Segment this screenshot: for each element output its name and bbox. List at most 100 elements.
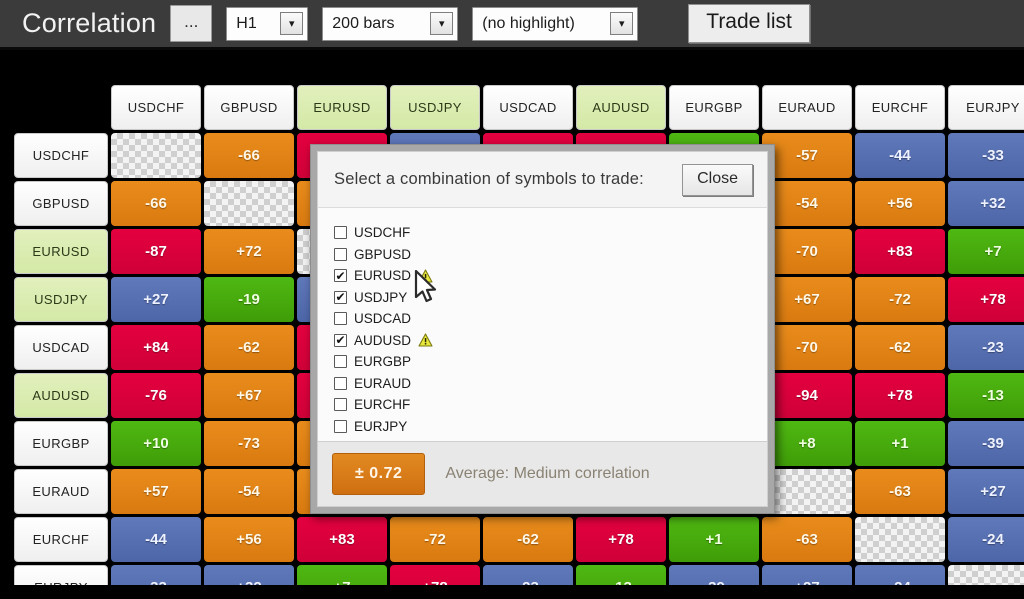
matrix-cell[interactable]: -63 [762, 517, 852, 562]
matrix-cell[interactable]: +57 [111, 469, 201, 514]
matrix-cell[interactable]: +56 [204, 517, 294, 562]
matrix-cell[interactable]: -76 [111, 373, 201, 418]
matrix-cell[interactable]: -57 [762, 133, 852, 178]
symbol-list-item[interactable]: ✔ EURUSD [334, 265, 767, 287]
column-header-usdcad[interactable]: USDCAD [483, 85, 573, 130]
checkbox-eurjpy[interactable] [334, 419, 347, 433]
matrix-cell[interactable]: +1 [855, 421, 945, 466]
matrix-cell[interactable]: -63 [855, 469, 945, 514]
symbol-list-item[interactable]: ✔ USDJPY [334, 287, 767, 309]
symbol-list-item[interactable]: USDCAD [334, 308, 767, 330]
matrix-cell[interactable]: +78 [855, 373, 945, 418]
row-header-gbpusd[interactable]: GBPUSD [14, 181, 108, 226]
column-header-eurusd[interactable]: EURUSD [297, 85, 387, 130]
checkbox-euraud[interactable] [334, 376, 347, 390]
checkbox-usdcad[interactable] [334, 312, 347, 326]
row-header-usdjpy[interactable]: USDJPY [14, 277, 108, 322]
matrix-cell[interactable]: -33 [948, 133, 1024, 178]
matrix-cell-diagonal [855, 517, 945, 562]
matrix-cell[interactable]: +8 [762, 421, 852, 466]
more-options-button[interactable]: ... [170, 5, 213, 42]
symbol-list-item[interactable]: ✔ AUDUSD [334, 330, 767, 352]
row-header-eurgbp[interactable]: EURGBP [14, 421, 108, 466]
matrix-cell[interactable]: +32 [948, 181, 1024, 226]
timeframe-select[interactable]: H1 ▾ [226, 6, 309, 41]
symbol-list-item[interactable]: USDCHF [334, 222, 767, 244]
matrix-cell[interactable]: -73 [204, 421, 294, 466]
checkbox-eurchf[interactable] [334, 398, 347, 412]
checkbox-usdjpy[interactable]: ✔ [334, 290, 347, 304]
matrix-cell[interactable]: -87 [111, 229, 201, 274]
matrix-cell[interactable]: +83 [855, 229, 945, 274]
matrix-cell[interactable]: -54 [204, 469, 294, 514]
column-header-euraud[interactable]: EURAUD [762, 85, 852, 130]
column-header-eurchf[interactable]: EURCHF [855, 85, 945, 130]
row-header-usdcad[interactable]: USDCAD [14, 325, 108, 370]
column-header-eurgbp[interactable]: EURGBP [669, 85, 759, 130]
symbol-label: USDCHF [354, 225, 411, 241]
checkbox-eurusd[interactable]: ✔ [334, 269, 347, 283]
symbol-list-item[interactable]: EURJPY [334, 416, 767, 438]
column-header-gbpusd[interactable]: GBPUSD [204, 85, 294, 130]
bars-select[interactable]: 200 bars ▾ [322, 6, 459, 41]
matrix-cell[interactable]: -94 [762, 373, 852, 418]
highlight-select[interactable]: (no highlight) ▾ [472, 6, 639, 41]
matrix-cell[interactable]: +83 [297, 517, 387, 562]
average-correlation-badge[interactable]: ± 0.72 [332, 453, 426, 495]
matrix-cell[interactable]: -44 [111, 517, 201, 562]
close-button[interactable]: Close [682, 163, 753, 196]
column-header-audusd[interactable]: AUDUSD [576, 85, 666, 130]
matrix-cell[interactable]: -39 [948, 421, 1024, 466]
matrix-cell[interactable]: -72 [855, 277, 945, 322]
matrix-cell[interactable]: -44 [855, 133, 945, 178]
matrix-cell[interactable]: -66 [111, 181, 201, 226]
matrix-cell[interactable]: +27 [948, 469, 1024, 514]
matrix-cell[interactable]: -72 [390, 517, 480, 562]
matrix-cell[interactable]: -62 [855, 325, 945, 370]
row-header-eurchf[interactable]: EURCHF [14, 517, 108, 562]
matrix-cell[interactable]: +1 [669, 517, 759, 562]
checkbox-audusd[interactable]: ✔ [334, 333, 347, 347]
column-header-usdjpy[interactable]: USDJPY [390, 85, 480, 130]
matrix-cell[interactable]: -70 [762, 325, 852, 370]
row-header-euraud[interactable]: EURAUD [14, 469, 108, 514]
dialog-header: Select a combination of symbols to trade… [317, 151, 768, 207]
column-header-eurjpy[interactable]: EURJPY [948, 85, 1024, 130]
symbol-list-item[interactable]: EURAUD [334, 373, 767, 395]
matrix-cell[interactable]: -24 [948, 517, 1024, 562]
checkbox-eurgbp[interactable] [334, 355, 347, 369]
matrix-cell[interactable]: +67 [762, 277, 852, 322]
matrix-cell[interactable]: -66 [204, 133, 294, 178]
row-header-audusd[interactable]: AUDUSD [14, 373, 108, 418]
matrix-cell[interactable]: +27 [111, 277, 201, 322]
matrix-cell[interactable]: +56 [855, 181, 945, 226]
row-header-eurusd[interactable]: EURUSD [14, 229, 108, 274]
matrix-cell[interactable]: +67 [204, 373, 294, 418]
matrix-cell[interactable]: +10 [111, 421, 201, 466]
matrix-cell[interactable]: +78 [576, 517, 666, 562]
matrix-cell[interactable]: +84 [111, 325, 201, 370]
matrix-cell[interactable]: -70 [762, 229, 852, 274]
checkbox-gbpusd[interactable] [334, 247, 347, 261]
matrix-cell[interactable]: +78 [948, 277, 1024, 322]
chevron-down-icon[interactable]: ▾ [430, 12, 454, 35]
trade-list-button[interactable]: Trade list [688, 4, 810, 43]
symbol-list-item[interactable]: EURGBP [334, 351, 767, 373]
symbol-label: AUDUSD [354, 332, 412, 348]
matrix-cell[interactable]: -23 [948, 325, 1024, 370]
symbol-list-item[interactable]: EURCHF [334, 394, 767, 416]
symbol-checkbox-list[interactable]: USDCHF GBPUSD ✔ EURUSD ✔ USDJPY USDCAD ✔ AUDUSD E… [317, 207, 768, 441]
matrix-cell[interactable]: -13 [948, 373, 1024, 418]
symbol-list-item[interactable]: GBPUSD [334, 244, 767, 266]
checkbox-usdchf[interactable] [334, 226, 347, 240]
matrix-cell[interactable]: -19 [204, 277, 294, 322]
matrix-cell[interactable]: -62 [204, 325, 294, 370]
chevron-down-icon[interactable]: ▾ [610, 12, 634, 35]
matrix-cell[interactable]: -62 [483, 517, 573, 562]
row-header-usdchf[interactable]: USDCHF [14, 133, 108, 178]
matrix-cell[interactable]: -54 [762, 181, 852, 226]
chevron-down-icon[interactable]: ▾ [280, 12, 304, 35]
column-header-usdchf[interactable]: USDCHF [111, 85, 201, 130]
matrix-cell[interactable]: +72 [204, 229, 294, 274]
matrix-cell[interactable]: +7 [948, 229, 1024, 274]
